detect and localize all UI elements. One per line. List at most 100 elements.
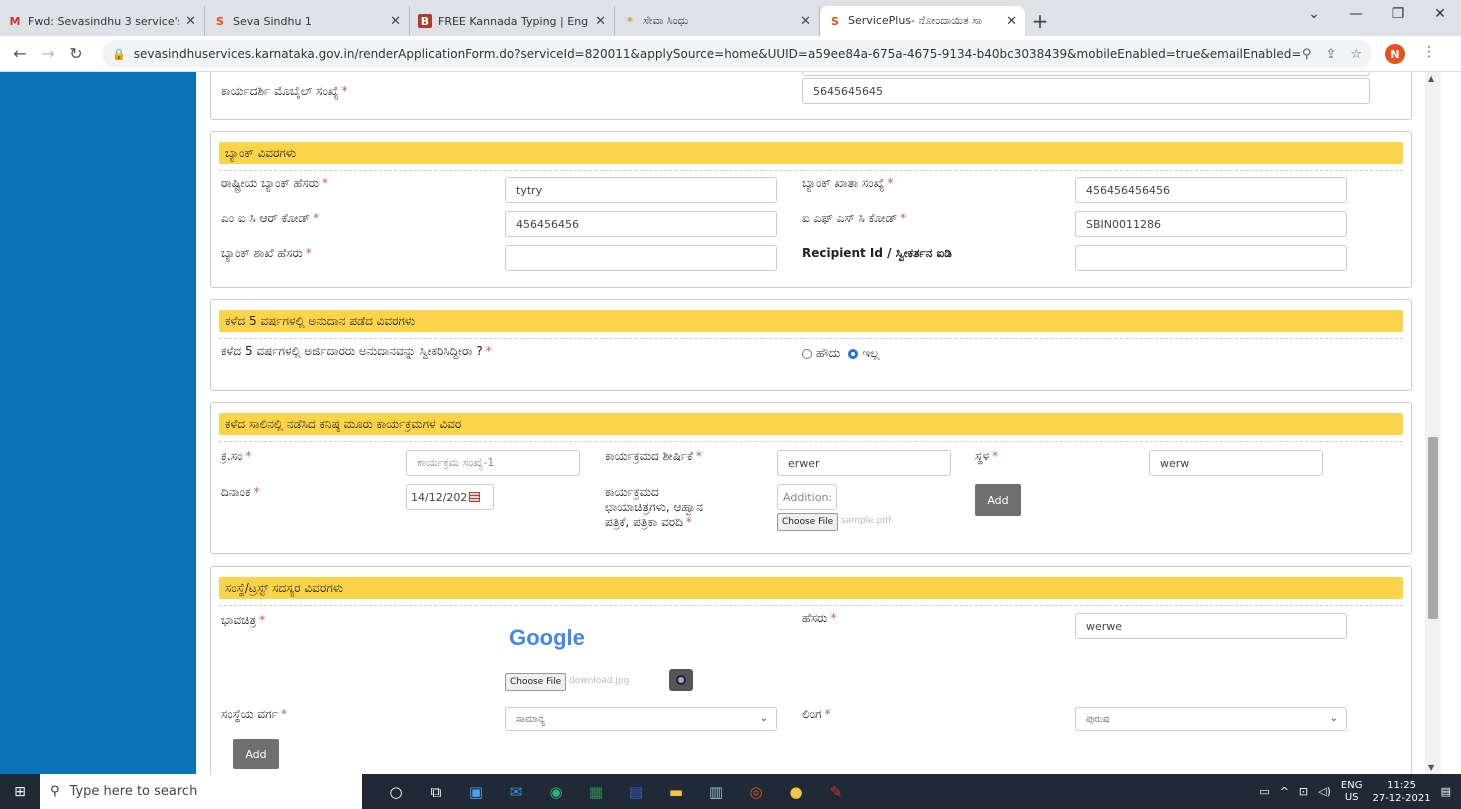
notification-icon[interactable]: ▤ [1441, 785, 1451, 798]
scroll-thumb[interactable] [1428, 437, 1438, 619]
task-view-icon[interactable]: ⧉ [416, 774, 456, 809]
chevron-down-icon: ⌄ [1329, 713, 1338, 724]
close-tab-icon[interactable]: ✕ [185, 14, 196, 29]
taskbar-search[interactable]: ⚲ Type here to search [40, 774, 362, 809]
close-tab-icon[interactable]: ✕ [1006, 14, 1017, 29]
tab-title: Fwd: Sevasindhu 3 service's live [28, 14, 180, 28]
secretary-panel: ಕಾರ್ಯದರ್ಶಿ ಮೊಬೈಲ್ ಸಂಖ್ಯೆ * 5645645645 [210, 72, 1412, 120]
omnibox[interactable]: 🔒 sevasindhuservices.karnataka.gov.in/re… [102, 40, 1372, 68]
excel-icon[interactable]: ▦ [576, 774, 616, 809]
seva-sindhu-icon: S [216, 14, 224, 28]
grant-no-radio[interactable] [848, 348, 859, 359]
grant-details-panel: ಕಳೆದ 5 ವರ್ಷಗಳಲ್ಲಿ ಅನುದಾನ ಪಡೆದ ವಿವರಗಳು ಕಳ… [210, 299, 1412, 391]
serial-input[interactable]: ಕಾರ್ಯಕ್ರಮ ಸಂಖ್ಯೆ-1 [406, 450, 580, 476]
category-label: ಸಂಸ್ಥೆಯ ವರ್ಗ * [221, 707, 287, 721]
url-text[interactable]: sevasindhuservices.karnataka.gov.in/rend… [134, 47, 1302, 61]
minimize-icon[interactable]: — [1335, 0, 1377, 28]
windows-taskbar: ⊞ ⚲ Type here to search ○ ⧉ ▣ ✉ ◉ ▦ ▤ ▬ … [0, 774, 1461, 809]
tab-gmail[interactable]: M Fwd: Sevasindhu 3 service's live ✕ [0, 6, 205, 36]
branch-name-input[interactable] [505, 245, 777, 271]
member-photo-preview: Google [505, 611, 589, 665]
program-choose-file-button[interactable]: Choose File [777, 513, 839, 531]
calendar-icon[interactable] [469, 492, 481, 502]
camera-icon[interactable] [669, 669, 693, 691]
tab-serviceplus[interactable]: S ServicePlus- ನೋಂದಾಯಿತ ಸಾ ✕ [820, 6, 1025, 36]
grant-radio-group: ಹೌದು ಇಲ್ಲ [802, 346, 879, 361]
game-icon[interactable]: ● [776, 774, 816, 809]
gender-select[interactable]: ಪುರುಷ ⌄ [1075, 707, 1347, 731]
cortana-icon[interactable]: ○ [376, 774, 416, 809]
close-tab-icon[interactable]: ✕ [595, 14, 606, 29]
tab-kannada-typing[interactable]: B FREE Kannada Typing | English to ✕ [410, 6, 615, 36]
paint-icon[interactable]: ✎ [816, 774, 856, 809]
edge-icon[interactable]: ◉ [536, 774, 576, 809]
share-icon[interactable]: ⇪ [1325, 47, 1336, 62]
back-icon[interactable]: ← [6, 44, 34, 63]
bookmark-star-icon[interactable]: ☆ [1350, 47, 1362, 62]
bank-name-label: ರಾಷ್ಟ್ರೀಯ ಬ್ಯಾಂಕ್ ಹೆಸರು * [221, 176, 328, 190]
network-app-icon[interactable]: ▥ [696, 774, 736, 809]
program-title-input[interactable]: erwer [777, 450, 951, 476]
date-input[interactable]: 14/12/202 [406, 484, 494, 510]
mail-icon[interactable]: ✉ [496, 774, 536, 809]
member-add-button[interactable]: Add [233, 739, 279, 769]
scroll-down-icon[interactable]: ▼ [1428, 763, 1434, 772]
network-icon[interactable]: ⊡ [1299, 785, 1308, 798]
restore-icon[interactable]: ❐ [1377, 0, 1419, 28]
menu-kebab-icon[interactable]: ⋮ [1422, 44, 1436, 60]
secretary-mobile-input[interactable]: 5645645645 [802, 78, 1370, 104]
place-input[interactable]: werw [1149, 450, 1323, 476]
windows-start-icon[interactable]: ⊞ [0, 774, 40, 809]
category-select[interactable]: ಸಾಮಾನ್ಯ ⌄ [505, 707, 777, 731]
additional-info-input[interactable]: Addition: [777, 484, 837, 510]
close-tab-icon[interactable]: ✕ [800, 14, 811, 29]
word-icon[interactable]: ▤ [616, 774, 656, 809]
zoom-icon[interactable]: ⚲ [1302, 47, 1312, 62]
grant-no-label: ಇಲ್ಲ [862, 346, 880, 360]
chrome-icon[interactable]: ◎ [736, 774, 776, 809]
reload-icon[interactable]: ↻ [62, 44, 90, 63]
micr-code-input[interactable]: 456456456 [505, 211, 777, 237]
bank-name-input[interactable]: tytry [505, 177, 777, 203]
page-scrollbar[interactable]: ▲ ▼ [1425, 72, 1441, 774]
close-tab-icon[interactable]: ✕ [390, 14, 401, 29]
file-explorer-icon[interactable]: ▬ [656, 774, 696, 809]
tray-chevron-icon[interactable]: ^ [1280, 785, 1289, 798]
secretary-top-field[interactable] [802, 72, 1370, 76]
volume-icon[interactable]: ◁) [1318, 785, 1331, 798]
bank-details-panel: ಬ್ಯಾಂಕ್ ವಿವರಗಳು ರಾಷ್ಟ್ರೀಯ ಬ್ಯಾಂಕ್ ಹೆಸರು *… [210, 131, 1412, 288]
date-label: ದಿನಾಂಕ * [221, 485, 260, 499]
left-sidebar [0, 72, 196, 774]
account-number-label: ಬ್ಯಾಂಕ್ ಖಾತಾ ಸಂಖ್ಯೆ * [802, 176, 894, 190]
ifsc-code-input[interactable]: SBIN0011286 [1075, 211, 1347, 237]
system-tray: ▭ ^ ⊡ ◁) ENG US 11:25 27-12-2021 ▤ [1259, 774, 1461, 809]
program-add-button[interactable]: Add [975, 484, 1021, 516]
desktop-icon[interactable]: ▭ [1259, 785, 1269, 798]
recipient-id-input[interactable] [1075, 245, 1347, 271]
store-icon[interactable]: ▣ [456, 774, 496, 809]
tab-seva-sindhu-1[interactable]: S Seva Sindhu 1 ✕ [205, 6, 410, 36]
typing-site-icon: B [418, 14, 432, 28]
programs-heading: ಕಳೆದ ಸಾಲಿನಲ್ಲಿ ನಡೆಸಿದ ಕನಿಷ್ಠ ಮೂರು ಕಾರ್ಯಕ… [219, 413, 1403, 435]
member-name-label: ಹೆಸರು * [802, 611, 837, 625]
member-name-input[interactable]: werwe [1075, 613, 1347, 639]
tab-search-icon[interactable]: ⌄ [1293, 0, 1335, 28]
lock-icon[interactable]: 🔒 [112, 48, 126, 61]
tab-seva-sindhu-kn[interactable]: * ಸೇವಾ ಸಿಂಧು ✕ [615, 6, 820, 36]
clock[interactable]: 11:25 27-12-2021 [1372, 779, 1430, 805]
tab-title: ಸೇವಾ ಸಿಂಧು [643, 14, 689, 27]
profile-avatar[interactable]: N [1385, 44, 1405, 64]
bank-details-heading: ಬ್ಯಾಂಕ್ ವಿವರಗಳು [219, 142, 1403, 164]
language-indicator[interactable]: ENG US [1341, 780, 1363, 804]
program-title-label: ಕಾರ್ಯಕ್ರಮದ ಶೀರ್ಷಿಕೆ * [605, 449, 702, 463]
member-choose-file-button[interactable]: Choose File [505, 673, 567, 691]
member-photo-image: Google [509, 625, 585, 650]
account-number-input[interactable]: 456456456456 [1075, 177, 1347, 203]
close-window-icon[interactable]: ✕ [1419, 0, 1461, 28]
taskbar-search-placeholder: Type here to search [69, 784, 198, 799]
forward-icon[interactable]: → [34, 44, 62, 63]
category-value: ಸಾಮಾನ್ಯ [516, 713, 545, 725]
scroll-up-icon[interactable]: ▲ [1428, 74, 1434, 83]
grant-yes-radio[interactable] [802, 348, 812, 359]
new-tab-icon[interactable]: + [1025, 6, 1055, 36]
